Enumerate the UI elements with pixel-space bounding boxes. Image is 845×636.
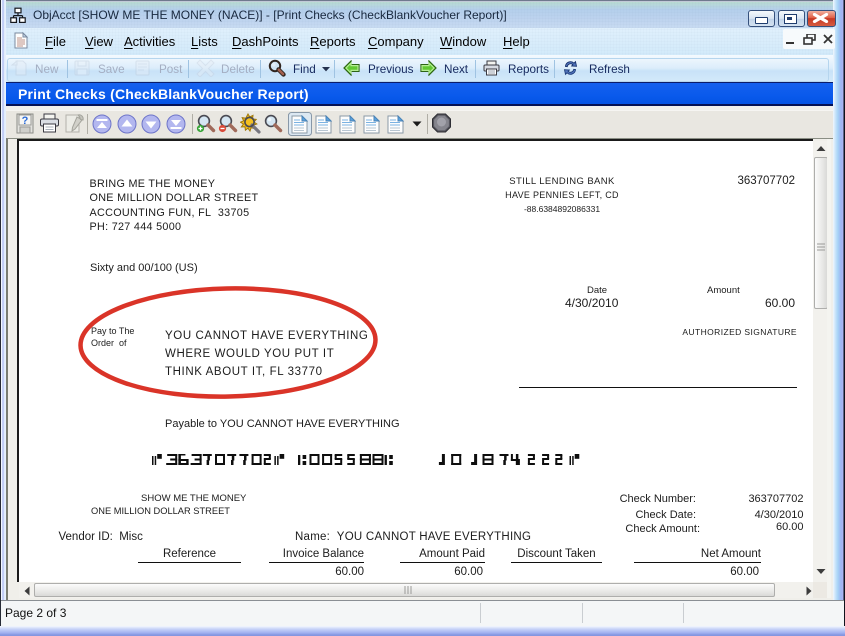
- svg-text:?: ?: [22, 115, 29, 127]
